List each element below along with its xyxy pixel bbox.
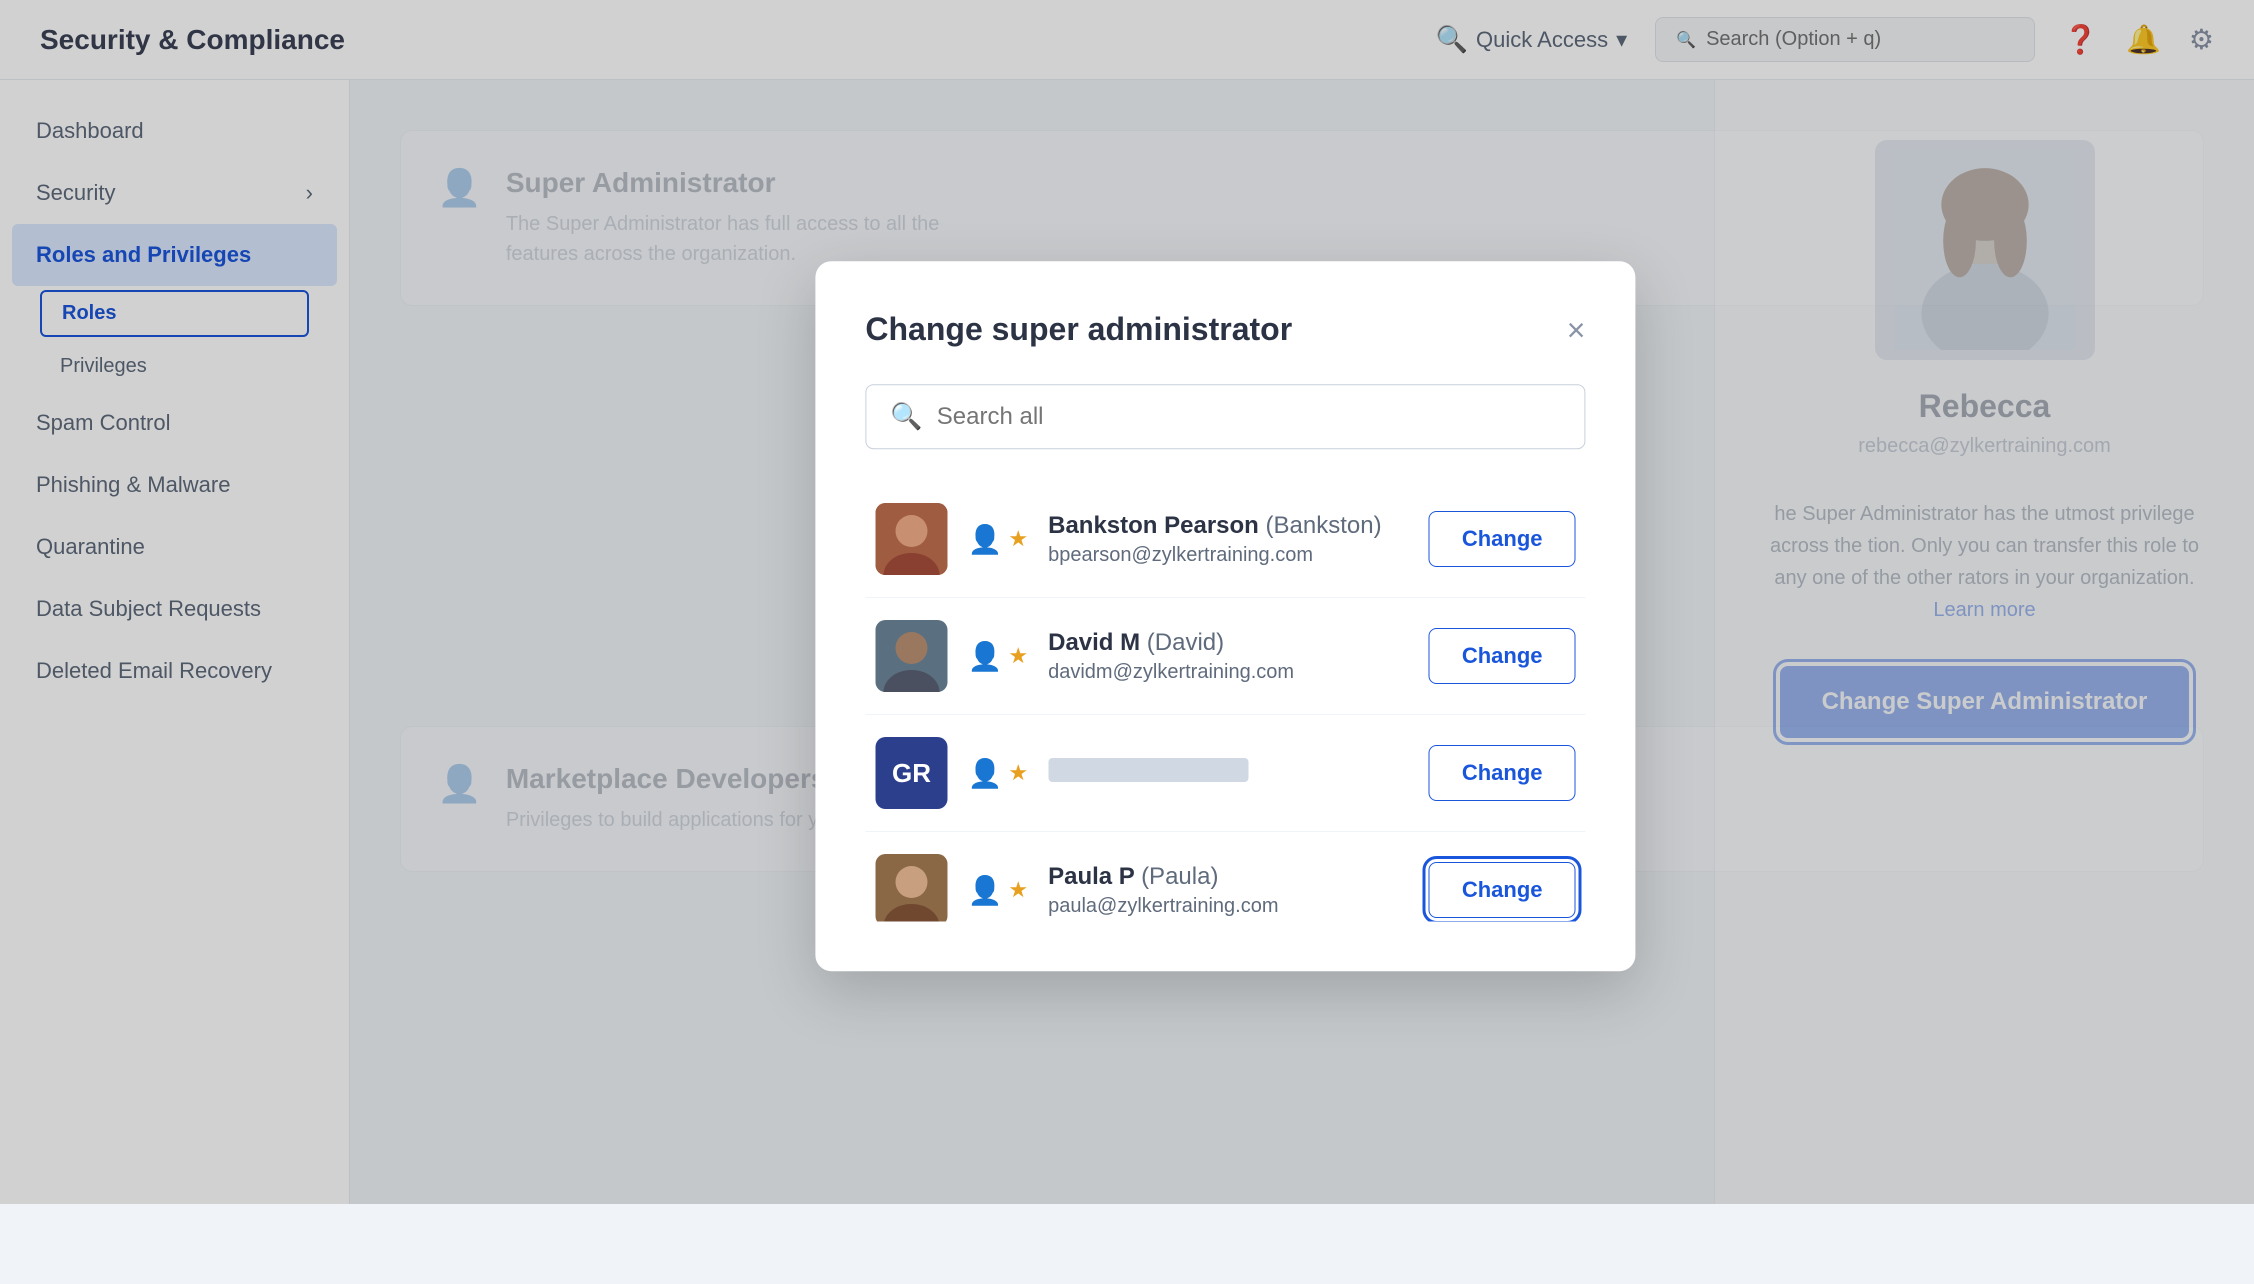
username: (Bankston) <box>1265 512 1381 539</box>
user-info <box>1048 758 1409 789</box>
person-icon: 👤 <box>967 874 1002 907</box>
star-icon: ★ <box>1008 526 1028 552</box>
avatar <box>875 620 947 692</box>
person-icon: 👤 <box>967 640 1002 673</box>
change-button[interactable]: Change <box>1429 628 1576 684</box>
user-role-icons: 👤 ★ <box>967 757 1028 790</box>
person-icon: 👤 <box>967 523 1002 556</box>
user-list: 👤 ★ Bankston Pearson (Bankston) bpearson… <box>865 481 1585 921</box>
search-icon: 🔍 <box>890 401 922 432</box>
user-item: 👤 ★ Paula P (Paula) paula@zylkertraining… <box>865 832 1585 921</box>
user-info: Bankston Pearson (Bankston) bpearson@zyl… <box>1048 512 1409 567</box>
avatar-initials: GR <box>875 737 947 809</box>
user-name: Bankston Pearson (Bankston) <box>1048 512 1409 540</box>
change-button[interactable]: Change <box>1429 745 1576 801</box>
user-item: 👤 ★ David M (David) davidm@zylkertrainin… <box>865 598 1585 715</box>
user-name: Paula P (Paula) <box>1048 863 1409 891</box>
user-role-icons: 👤 ★ <box>967 874 1028 907</box>
user-email: bpearson@zylkertraining.com <box>1048 544 1409 567</box>
user-info: David M (David) davidm@zylkertraining.co… <box>1048 629 1409 684</box>
user-role-icons: 👤 ★ <box>967 640 1028 673</box>
user-info: Paula P (Paula) paula@zylkertraining.com <box>1048 863 1409 918</box>
modal-search-input[interactable] <box>937 403 1561 431</box>
avatar <box>875 854 947 921</box>
modal-search-box[interactable]: 🔍 <box>865 384 1585 449</box>
person-icon: 👤 <box>967 757 1002 790</box>
star-icon: ★ <box>1008 643 1028 669</box>
user-item: GR 👤 ★ Change <box>865 715 1585 832</box>
username: (Paula) <box>1141 863 1218 890</box>
user-email: paula@zylkertraining.com <box>1048 895 1409 918</box>
change-admin-modal: Change super administrator × 🔍 👤 ★ Banks <box>815 261 1635 971</box>
star-icon: ★ <box>1008 877 1028 903</box>
username: (David) <box>1147 629 1224 656</box>
modal-close-button[interactable]: × <box>1567 314 1586 346</box>
star-icon: ★ <box>1008 760 1028 786</box>
change-button[interactable]: Change <box>1429 511 1576 567</box>
user-name <box>1048 758 1409 789</box>
user-item: 👤 ★ Bankston Pearson (Bankston) bpearson… <box>865 481 1585 598</box>
user-email: davidm@zylkertraining.com <box>1048 661 1409 684</box>
modal-title: Change super administrator <box>865 311 1292 348</box>
modal-header: Change super administrator × <box>865 311 1585 348</box>
user-role-icons: 👤 ★ <box>967 523 1028 556</box>
change-button[interactable]: Change <box>1429 862 1576 918</box>
blurred-name <box>1048 758 1248 782</box>
avatar <box>875 503 947 575</box>
user-name: David M (David) <box>1048 629 1409 657</box>
